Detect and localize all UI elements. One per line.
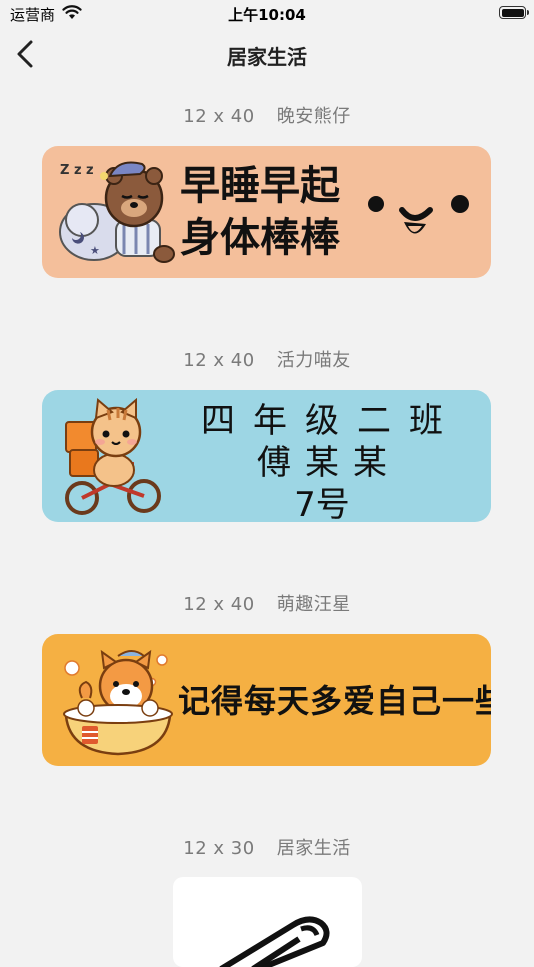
label-card-cyclist-cat[interactable]: 四年级二班 傅某某 7号: [42, 390, 491, 522]
label-line: 7号: [294, 485, 350, 522]
cat-on-bicycle-illustration: [65, 398, 161, 515]
label-card-home-life[interactable]: [173, 877, 362, 967]
label-caption: 12 x 40 萌趣汪星: [0, 590, 534, 616]
smiley-face-icon: [368, 195, 469, 234]
label-name: 活力喵友: [276, 350, 351, 371]
label-caption: 12 x 40 晚安熊仔: [0, 102, 534, 128]
label-card-bath-dog[interactable]: 记得每天多爱自己一些: [42, 634, 491, 766]
label-size: 12 x 30: [183, 838, 255, 859]
label-line: 身体棒棒: [180, 215, 340, 261]
svg-text:★: ★: [90, 244, 100, 257]
label-line: 傅某某: [257, 443, 401, 483]
label-text: 记得每天多爱自己一些: [178, 682, 491, 720]
dog-in-bathtub-illustration: [63, 649, 173, 756]
navigation-bar: 居家生活: [0, 28, 534, 82]
label-name: 晚安熊仔: [276, 106, 351, 127]
label-line: 四年级二班: [201, 401, 461, 441]
label-caption: 12 x 30 居家生活: [0, 834, 534, 860]
sleepy-bear-illustration: Z z z ★: [59, 161, 175, 263]
label-name: 萌趣汪星: [276, 594, 351, 615]
label-size: 12 x 40: [183, 106, 255, 127]
label-caption: 12 x 40 活力喵友: [0, 346, 534, 372]
battery-icon: [499, 6, 529, 19]
svg-text:Z z z: Z z z: [60, 163, 94, 178]
label-line: 早睡早起: [180, 163, 340, 209]
label-text: 早睡早起 身体棒棒: [180, 160, 340, 264]
label-name: 居家生活: [276, 838, 351, 859]
page-title: 居家生活: [227, 45, 307, 69]
label-text: 四年级二班 傅某某 7号: [172, 400, 472, 522]
label-size: 12 x 40: [183, 594, 255, 615]
rolled-paper-icon: [219, 916, 330, 967]
status-bar: 运营商 上午10:04: [0, 0, 534, 28]
label-card-sleepy-bear[interactable]: Z z z ★ 早睡早起 身体棒棒: [42, 146, 491, 278]
label-size: 12 x 40: [183, 350, 255, 371]
status-time: 上午10:04: [228, 6, 306, 24]
